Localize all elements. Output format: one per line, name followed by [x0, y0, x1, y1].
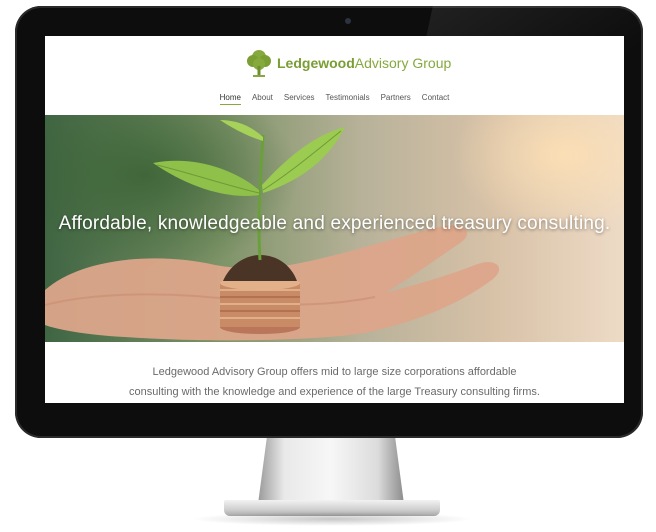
intro-section: Ledgewood Advisory Group offers mid to l…: [45, 342, 624, 403]
main-nav: Home About Services Testimonials Partner…: [45, 93, 624, 105]
hero-headline: Affordable, knowledgeable and experience…: [58, 213, 611, 234]
site-header: LedgewoodAdvisory Group Home About Servi…: [45, 36, 624, 115]
brand-name: LedgewoodAdvisory Group: [277, 48, 451, 78]
monitor-screen: LedgewoodAdvisory Group Home About Servi…: [45, 36, 624, 403]
intro-line-2: consulting with the knowledge and experi…: [129, 386, 540, 398]
tree-icon: [247, 50, 271, 77]
site-logo[interactable]: LedgewoodAdvisory Group: [245, 48, 451, 78]
nav-home[interactable]: Home: [219, 93, 241, 105]
monitor-bezel: LedgewoodAdvisory Group Home About Servi…: [15, 6, 643, 438]
seedling-stem: [257, 134, 265, 261]
leaf-right: [262, 127, 345, 193]
monitor-stand: [258, 438, 404, 504]
brand-name-bold: Ledgewood: [277, 55, 355, 71]
brand-name-rest: Advisory Group: [354, 55, 452, 71]
intro-line-1: Ledgewood Advisory Group offers mid to l…: [152, 366, 517, 378]
nav-testimonials[interactable]: Testimonials: [326, 93, 370, 105]
leaf-top: [220, 120, 263, 141]
nav-services[interactable]: Services: [284, 93, 315, 105]
stand-shadow: [190, 512, 474, 526]
coin-stack: [220, 276, 300, 334]
nav-contact[interactable]: Contact: [422, 93, 450, 105]
hero-banner: Affordable, knowledgeable and experience…: [45, 115, 624, 342]
webcam: [345, 18, 351, 24]
nav-partners[interactable]: Partners: [381, 93, 411, 105]
nav-about[interactable]: About: [252, 93, 273, 105]
intro-paragraph: Ledgewood Advisory Group offers mid to l…: [45, 342, 624, 402]
